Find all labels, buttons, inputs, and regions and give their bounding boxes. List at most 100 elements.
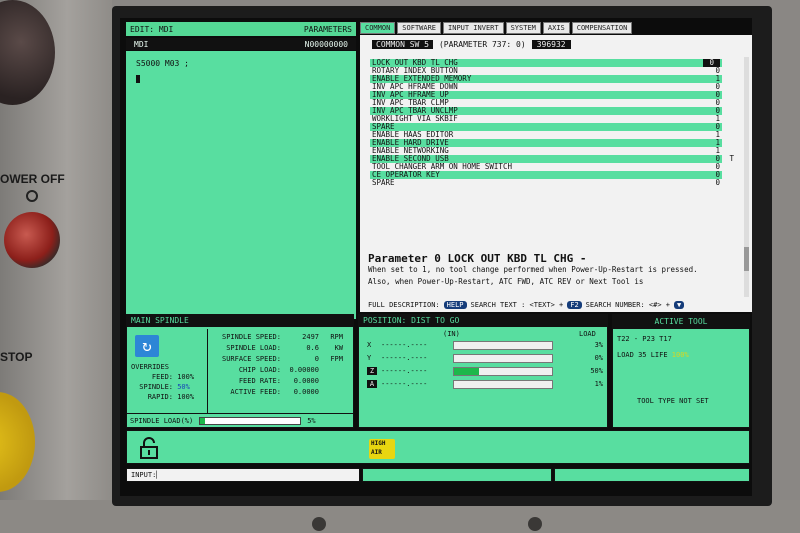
scrollbar[interactable]: [744, 57, 749, 297]
tab-common[interactable]: COMMON: [360, 22, 396, 34]
spindle-load-meter: [199, 416, 302, 425]
search-number-label: SEARCH NUMBER: <#> +: [585, 301, 670, 309]
panel-label: PARAMETERS: [303, 24, 352, 34]
spindle-readout-label: SPINDLE LOAD:: [226, 343, 281, 352]
spindle-readout-label: SPINDLE SPEED:: [221, 332, 281, 341]
parameter-row-label: SPARE: [372, 178, 395, 187]
high-air-icon: HIGH AIR: [369, 439, 395, 459]
parameter-row-value: 0: [715, 178, 720, 187]
spindle-readout-label: FEED RATE:: [238, 376, 281, 385]
mode-label: EDIT: MDI: [130, 24, 174, 34]
override-feed: FEED: 100%: [151, 373, 195, 381]
spindle-load-label: SPINDLE LOAD(%): [130, 416, 194, 425]
position-title: POSITION: DIST TO GO: [359, 315, 607, 327]
parameter-row[interactable]: SPARE 0: [370, 179, 722, 187]
axis-name: A: [367, 380, 377, 388]
f2-key[interactable]: F2: [567, 301, 582, 309]
override-rapid: RAPID: 100%: [147, 393, 195, 401]
spindle-readout-row: SURFACE SPEED: 0 FPM: [211, 353, 351, 364]
spindle-readouts: SPINDLE SPEED: 2497 RPM SPINDLE LOAD: 0.6 KW S…: [211, 331, 351, 397]
axis-row: X ------.---- 3%: [367, 340, 603, 350]
mdi-editor[interactable]: S5000 M03 ;: [126, 51, 356, 319]
mdi-header: EDIT: MDI PARAMETERS: [126, 22, 356, 36]
scroll-thumb[interactable]: [744, 247, 749, 271]
spindle-title: MAIN SPINDLE: [127, 315, 353, 327]
spindle-load-value: 5%: [307, 416, 316, 425]
axis-row: Y ------.---- 0%: [367, 353, 603, 363]
spindle-readout-value: 0.00000: [289, 365, 319, 374]
tab-system[interactable]: SYSTEM: [505, 22, 541, 34]
spindle-readout-label: CHIP LOAD:: [238, 365, 281, 374]
program-label: MDI: [134, 39, 149, 49]
parameter-tabs: COMMON SOFTWARE INPUT INVERT SYSTEM AXIS…: [360, 22, 633, 34]
axis-load-value: 50%: [590, 367, 603, 375]
axis-value: ------.----: [381, 354, 428, 362]
parameter-description: When set to 1, no tool change performed …: [368, 265, 698, 286]
mdi-program-bar: MDI N00000000: [126, 38, 356, 50]
help-bar: FULL DESCRIPTION: HELP SEARCH TEXT : <TE…: [360, 298, 752, 312]
spindle-readout-row: SPINDLE LOAD: 0.6 KW: [211, 342, 351, 353]
position-panel: POSITION: DIST TO GO (IN) LOAD X ------.-…: [358, 314, 608, 428]
spindle-readout-row: CHIP LOAD: 0.00000: [211, 364, 351, 375]
units-label: (IN): [443, 330, 460, 338]
spindle-readout-row: ACTIVE FEED: 0.0000: [211, 386, 351, 397]
parameter-number: (PARAMETER 737: 0): [438, 40, 526, 49]
screw-icon: [528, 517, 542, 531]
axis-value: ------.----: [381, 341, 428, 349]
screw-icon: [312, 517, 326, 531]
parameter-group: COMMON SW 5: [372, 40, 433, 49]
axis-row: Z ------.---- 50%: [367, 366, 603, 376]
spindle-readout-label: SURFACE SPEED:: [221, 354, 281, 363]
stop-label: STOP: [0, 350, 33, 364]
full-description-label: FULL DESCRIPTION:: [368, 301, 440, 309]
spindle-readout-row: SPINDLE SPEED: 2497 RPM: [211, 331, 351, 342]
power-off-icon: [26, 190, 38, 202]
parameter-header: COMMON SW 5 (PARAMETER 737: 0) 396932: [372, 40, 571, 49]
axis-row: A ------.---- 1%: [367, 379, 603, 389]
parameter-list: LOCK OUT KBD TL CHG 0 ROTARY INDEX BUTTON 0…: [370, 59, 734, 187]
spindle-readout-value: 0.0000: [293, 387, 319, 396]
axis-load-bar: [453, 379, 553, 389]
spindle-rotation-icon: ↻: [135, 335, 159, 357]
text-cursor: [136, 75, 140, 83]
message-bar-right: [554, 468, 750, 482]
override-spindle: SPINDLE: 50%: [139, 383, 190, 391]
search-text-label: SEARCH TEXT : <TEXT> +: [470, 301, 564, 309]
spindle-readout-value: 0: [314, 354, 319, 363]
parameter-panel: COMMON SW 5 (PARAMETER 737: 0) 396932 LO…: [360, 35, 752, 299]
tool-numbers: T22 - P23 T17: [617, 335, 672, 343]
parameter-value: 396932: [531, 40, 571, 49]
spindle-readout-unit: FPM: [330, 354, 343, 363]
tab-software[interactable]: SOFTWARE: [397, 22, 442, 34]
tab-input-invert[interactable]: INPUT INVERT: [443, 22, 504, 34]
axis-load-value: 1%: [594, 380, 603, 388]
axis-load-bar: [453, 353, 553, 363]
spindle-readout-value: 0.0000: [293, 376, 319, 385]
divider: [207, 329, 208, 413]
spindle-readout-unit: RPM: [330, 332, 343, 341]
help-key[interactable]: HELP: [443, 301, 467, 309]
spindle-readout-unit: KW: [334, 343, 343, 352]
load-header: LOAD: [579, 330, 596, 338]
parameter-row[interactable]: WORKLIGHT VIA SKBIF 1: [370, 115, 722, 123]
input-field[interactable]: INPUT:▏: [126, 468, 360, 482]
status-bar: HIGH AIR: [126, 430, 750, 464]
program-number: N00000000: [304, 39, 348, 49]
spindle-readout-value: 2497: [302, 332, 319, 341]
unlock-icon[interactable]: [139, 437, 159, 459]
message-bar: [362, 468, 552, 482]
code-line: S5000 M03 ;: [136, 59, 189, 68]
power-off-button[interactable]: [4, 212, 60, 268]
active-tool-panel: ACTIVE TOOL T22 - P23 T17 LOAD 35 LIFE 1…: [612, 314, 750, 428]
tab-compensation[interactable]: COMPENSATION: [571, 22, 633, 34]
axis-load-bar: [453, 366, 553, 376]
axis-name: Y: [367, 354, 372, 362]
axis-value: ------.----: [381, 380, 428, 388]
control-screen: EDIT: MDI PARAMETERS MDI N00000000 S5000…: [120, 18, 752, 496]
tab-axis[interactable]: AXIS: [542, 22, 570, 34]
spindle-readout-row: FEED RATE: 0.0000: [211, 375, 351, 386]
down-arrow-icon[interactable]: ▼: [673, 301, 685, 309]
parameter-row[interactable]: CE OPERATOR KEY 0: [370, 171, 722, 179]
tool-type-status: TOOL TYPE NOT SET: [637, 397, 709, 405]
power-off-label: OWER OFF: [0, 172, 65, 186]
